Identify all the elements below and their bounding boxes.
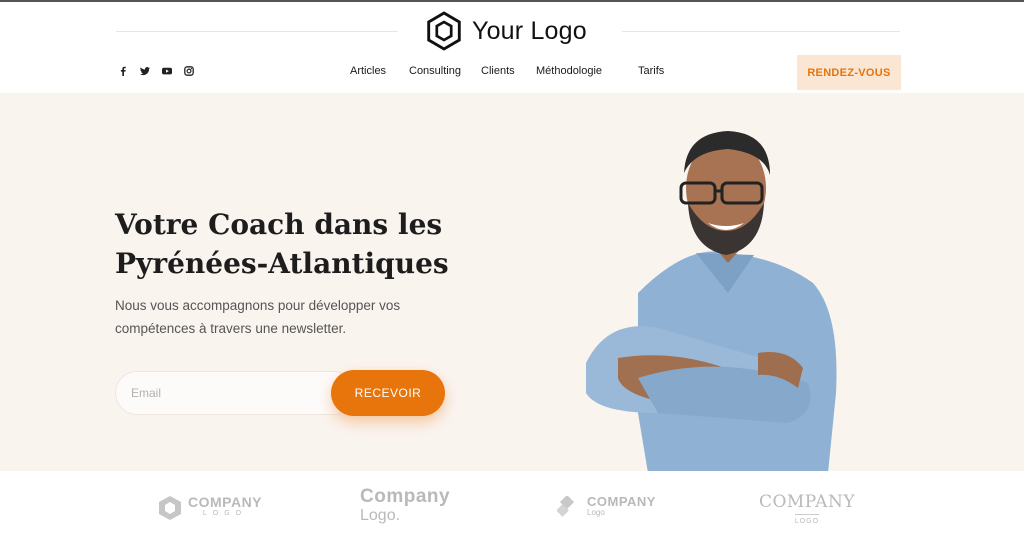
hero-subtitle: Nous vous accompagnons pour développer v… <box>115 298 401 336</box>
company-logo-1: COMPANY LOGO <box>158 495 262 521</box>
company-logo-4: COMPANY LOGO <box>757 493 857 525</box>
company-logo-2: Company Logo. <box>360 487 450 525</box>
logo-text: Your Logo <box>472 16 587 45</box>
coach-portrait-image <box>586 131 837 471</box>
company-logo-1-name: COMPANY <box>188 494 263 510</box>
nav-consulting[interactable]: Consulting <box>409 65 461 77</box>
nav-articles[interactable]: Articles <box>350 65 386 77</box>
hexagon-icon <box>159 496 181 520</box>
company-logo-2-name: Company <box>360 486 451 507</box>
company-logo-2-sub: Logo. <box>360 507 401 524</box>
receive-button[interactable]: RECEVOIR <box>331 370 445 416</box>
site-header: Your Logo Articles Consulting Clients Mé… <box>0 2 1024 93</box>
hero-title-line2: Pyrénées-Atlantiques <box>115 247 449 280</box>
company-logo-3: COMPANY Logo <box>557 494 656 518</box>
header-divider-left <box>116 31 398 32</box>
company-logo-4-sub: LOGO <box>794 514 820 525</box>
rendez-vous-button[interactable]: RENDEZ-VOUS <box>797 55 901 90</box>
hero-title: Votre Coach dans les Pyrénées-Atlantique… <box>115 205 535 283</box>
diamond-icon <box>557 496 575 517</box>
partner-logos: COMPANY LOGO Company Logo. COMPANY Logo … <box>0 471 1024 542</box>
nav-clients[interactable]: Clients <box>481 65 515 77</box>
company-logo-3-name: COMPANY <box>587 494 656 509</box>
hero-section: Votre Coach dans les Pyrénées-Atlantique… <box>0 93 1024 471</box>
hero-title-line1: Votre Coach dans les <box>115 208 443 241</box>
hexagon-logo-icon <box>427 11 461 51</box>
header-divider-right <box>622 31 900 32</box>
company-logo-4-name: COMPANY <box>758 492 856 512</box>
nav-methodologie[interactable]: Méthodologie <box>536 65 602 77</box>
newsletter-form: RECEVOIR <box>115 370 445 416</box>
nav-tarifs[interactable]: Tarifs <box>638 65 664 77</box>
email-input[interactable] <box>115 371 355 415</box>
site-logo[interactable]: Your Logo <box>426 10 587 52</box>
